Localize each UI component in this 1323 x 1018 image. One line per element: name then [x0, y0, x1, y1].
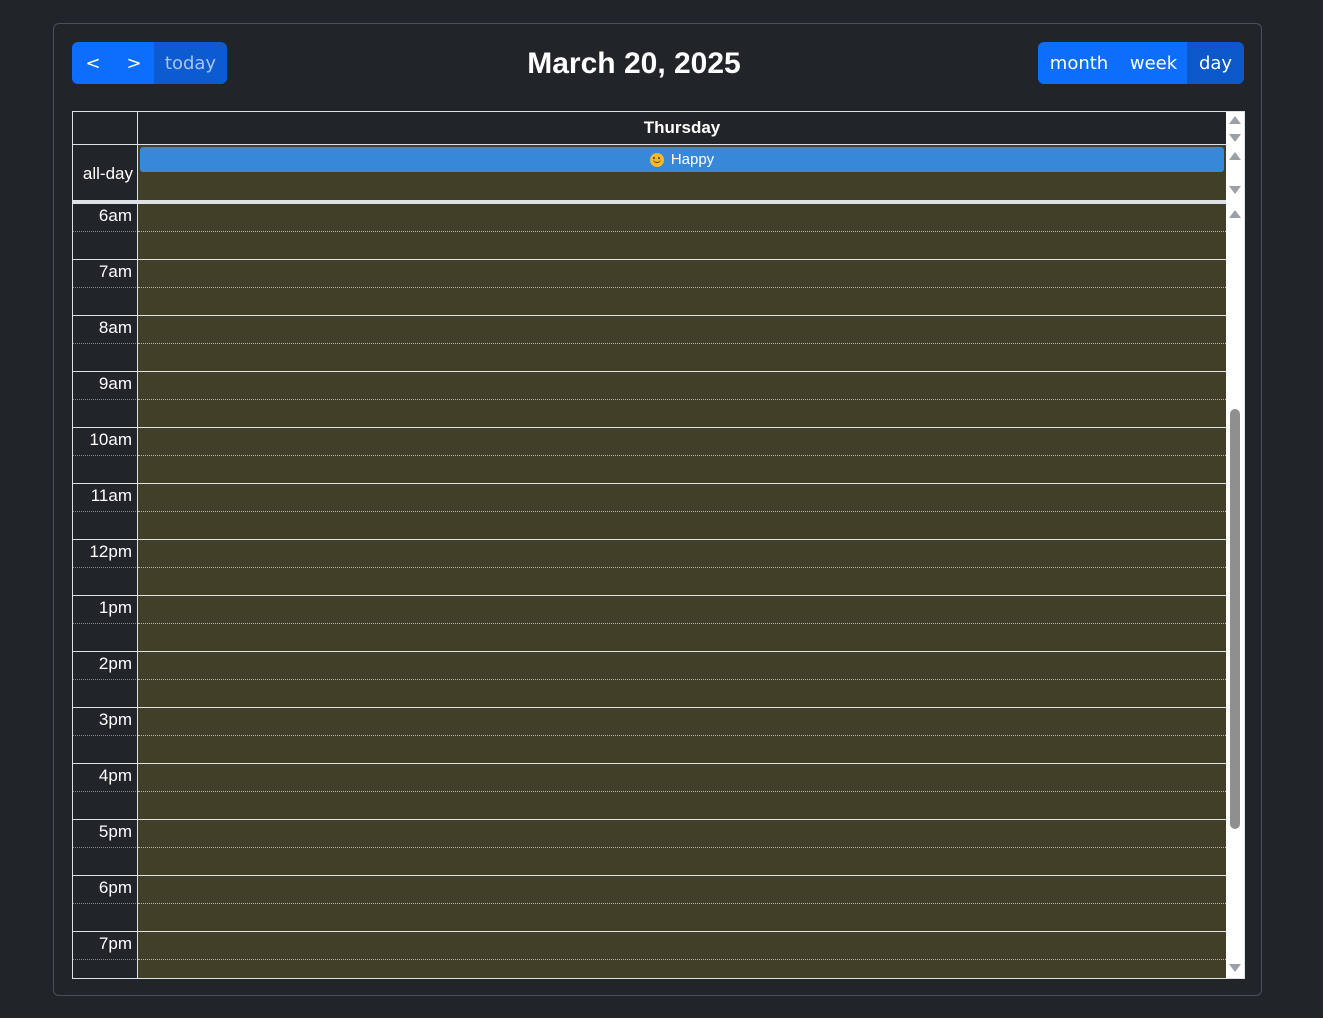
time-slot-row[interactable]: 11am — [73, 483, 1226, 539]
time-slot-row[interactable]: 6pm — [73, 875, 1226, 931]
time-slot-row[interactable]: 12pm — [73, 539, 1226, 595]
event-title: Happy — [670, 151, 715, 168]
all-day-event[interactable]: Happy — [140, 147, 1224, 172]
time-grid: 6am 7am 8am 9am 10am 11am 12pm 1pm 2pm 3pm 4pm 5pm 6… — [73, 203, 1226, 978]
half-hour-line — [138, 399, 1226, 400]
time-slot-row[interactable]: 1pm — [73, 595, 1226, 651]
month-view-button[interactable]: month — [1038, 42, 1120, 84]
header-scroll-up-icon[interactable] — [1229, 116, 1241, 124]
allday-scroll-up-icon[interactable] — [1229, 152, 1241, 160]
time-slot-row[interactable]: 5pm — [73, 819, 1226, 875]
scrollbar-thumb[interactable] — [1230, 409, 1240, 829]
half-hour-line — [138, 511, 1226, 512]
time-slot-row[interactable]: 7pm — [73, 931, 1226, 978]
half-hour-line — [138, 903, 1226, 904]
time-slot-row[interactable]: 9am — [73, 371, 1226, 427]
all-day-cell[interactable]: Happy — [138, 145, 1226, 202]
smiley-icon — [649, 152, 664, 167]
time-slot-row[interactable]: 3pm — [73, 707, 1226, 763]
day-header-row: Thursday — [73, 112, 1226, 145]
time-slot-row[interactable]: 4pm — [73, 763, 1226, 819]
day-view-button[interactable]: day — [1187, 42, 1244, 84]
half-hour-line — [138, 231, 1226, 232]
scrollbar[interactable] — [1226, 112, 1244, 978]
day-column-header[interactable]: Thursday — [138, 112, 1226, 145]
half-hour-line — [138, 959, 1226, 960]
today-button[interactable]: today — [154, 42, 227, 84]
next-button[interactable]: > — [114, 42, 154, 84]
week-view-button[interactable]: week — [1120, 42, 1187, 84]
calendar-card: < > today March 20, 2025 month week day … — [53, 23, 1262, 996]
half-hour-line — [138, 287, 1226, 288]
half-hour-line — [138, 847, 1226, 848]
allday-scroll-down-icon[interactable] — [1229, 186, 1241, 194]
half-hour-line — [138, 735, 1226, 736]
header-scroll-down-icon[interactable] — [1229, 134, 1241, 142]
time-slot-row[interactable]: 8am — [73, 315, 1226, 371]
time-slot-row[interactable]: 10am — [73, 427, 1226, 483]
half-hour-line — [138, 343, 1226, 344]
half-hour-line — [138, 679, 1226, 680]
all-day-row: all-day Happy — [73, 145, 1226, 202]
time-axis-divider — [73, 112, 138, 978]
timegrid-scroll-up-icon[interactable] — [1229, 210, 1241, 218]
half-hour-line — [138, 455, 1226, 456]
view-button-group: month week day — [1038, 42, 1244, 84]
day-view-grid: Thursday all-day Happy 6am 7am 8am 9am 10am 1… — [72, 111, 1245, 979]
nav-button-group: < > today — [72, 42, 227, 84]
calendar-title: March 20, 2025 — [527, 47, 741, 80]
half-hour-line — [138, 567, 1226, 568]
time-slot-row[interactable]: 6am — [73, 203, 1226, 259]
timegrid-scroll-down-icon[interactable] — [1229, 964, 1241, 972]
time-slot-row[interactable]: 2pm — [73, 651, 1226, 707]
prev-button[interactable]: < — [72, 42, 114, 84]
half-hour-line — [138, 623, 1226, 624]
time-slot-row[interactable]: 7am — [73, 259, 1226, 315]
half-hour-line — [138, 791, 1226, 792]
